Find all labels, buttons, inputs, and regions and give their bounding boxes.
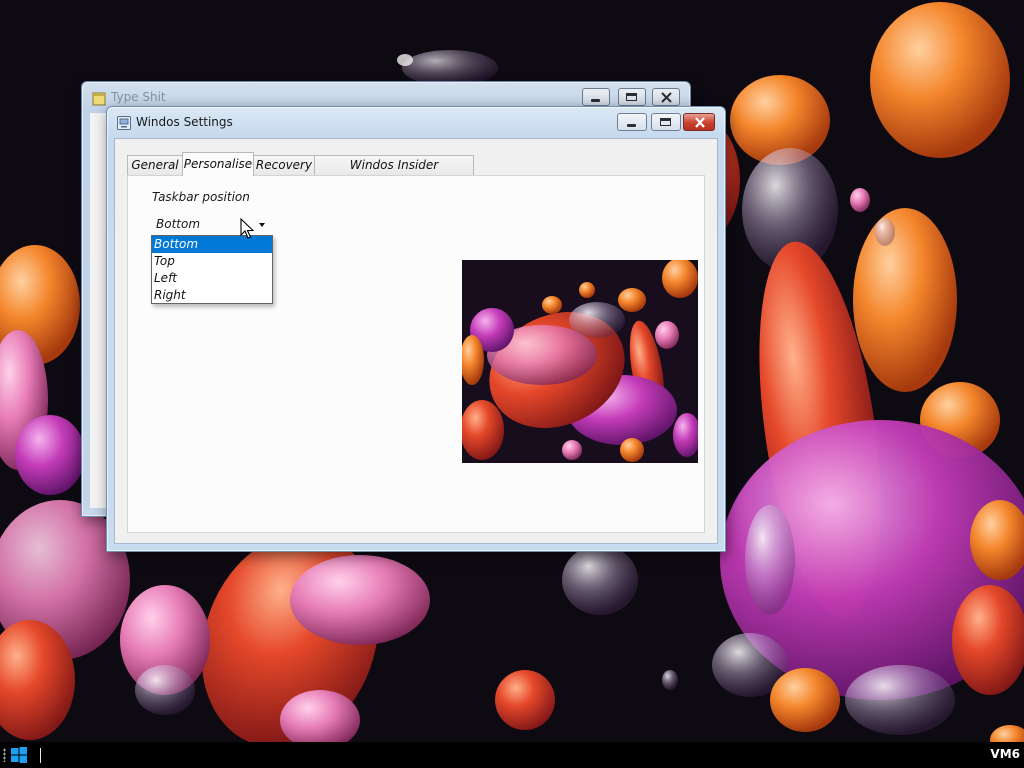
maximize-button[interactable] [651, 113, 681, 131]
windows-logo-icon[interactable] [10, 746, 28, 764]
close-button[interactable] [683, 113, 715, 131]
settings-window[interactable]: Windos Settings General Personalise Reco… [106, 106, 726, 552]
maximize-icon [660, 118, 671, 126]
settings-client-area: General Personalise Recovery Windos Insi… [114, 138, 718, 544]
taskbar-separator [40, 748, 41, 763]
minimize-button[interactable] [617, 113, 647, 131]
wallpaper-preview [462, 260, 698, 463]
personalise-panel: Taskbar position Bottom Bottom Top Left … [127, 175, 705, 533]
settings-icon [117, 116, 131, 130]
minimize-icon [591, 99, 600, 102]
option-bottom[interactable]: Bottom [152, 236, 272, 253]
taskbar-position-label: Taskbar position [152, 190, 250, 204]
taskbar: VM6 [0, 742, 1024, 768]
taskbar-position-value: Bottom [156, 217, 201, 231]
taskbar-position-dropdown[interactable]: Bottom [152, 214, 272, 236]
notepad-title: Type Shit [111, 90, 166, 104]
tab-personalise[interactable]: Personalise [182, 152, 254, 176]
mouse-cursor-icon [240, 218, 254, 239]
notepad-maximize-button[interactable] [618, 88, 646, 106]
close-icon [661, 92, 672, 103]
option-left[interactable]: Left [152, 270, 272, 287]
notepad-minimize-button[interactable] [582, 88, 610, 106]
minimize-icon [627, 124, 636, 127]
option-top[interactable]: Top [152, 253, 272, 270]
notepad-close-button[interactable] [652, 88, 680, 106]
tab-general[interactable]: General [127, 155, 183, 175]
taskbar-clock[interactable]: VM6 [990, 747, 1020, 761]
maximize-icon [626, 93, 637, 101]
option-right[interactable]: Right [152, 287, 272, 304]
taskbar-grip[interactable] [3, 748, 6, 762]
tab-recovery[interactable]: Recovery [253, 155, 315, 175]
settings-titlebar[interactable]: Windos Settings [107, 107, 725, 137]
settings-title: Windos Settings [136, 115, 233, 129]
close-icon [695, 117, 705, 128]
notepad-icon [92, 92, 106, 106]
chevron-down-icon[interactable] [254, 214, 270, 236]
taskbar-position-options: Bottom Top Left Right [151, 235, 273, 304]
tab-windos-insider-programme[interactable]: Windos Insider Programme [314, 155, 474, 190]
